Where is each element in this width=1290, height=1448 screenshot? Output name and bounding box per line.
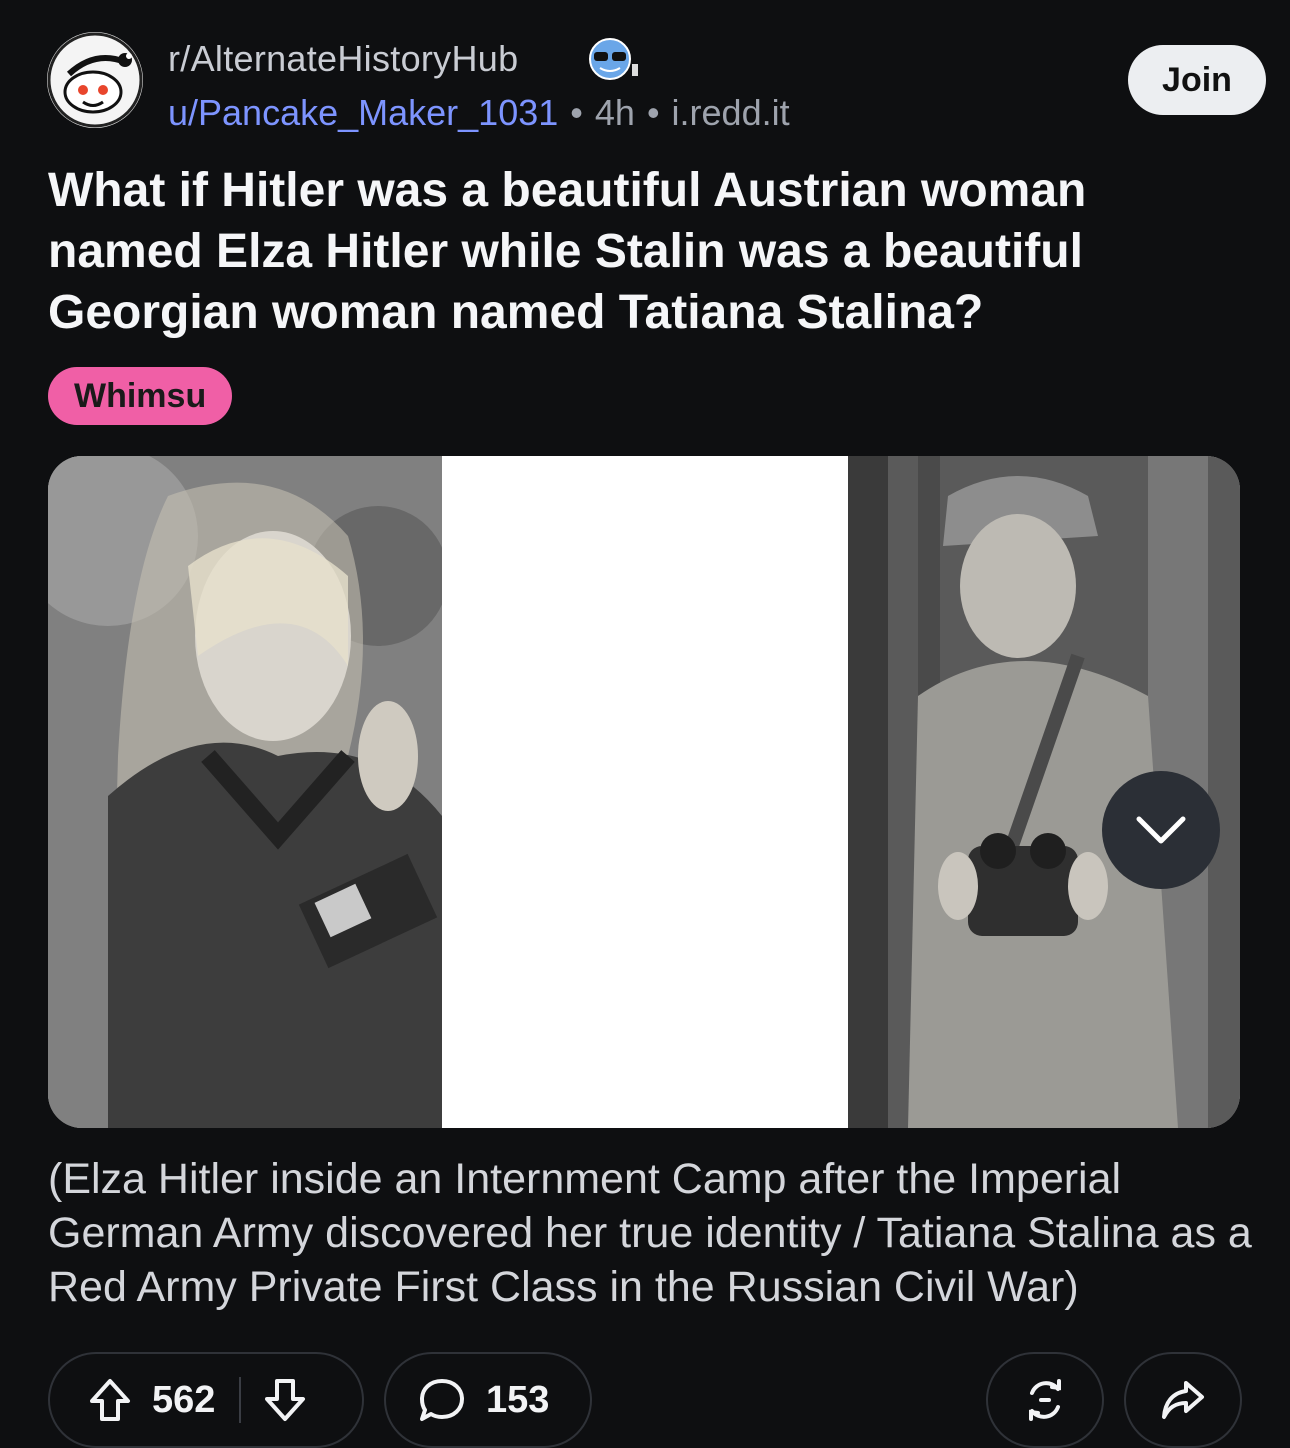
expand-button[interactable] bbox=[1102, 771, 1220, 889]
subreddit-badge-icon bbox=[584, 34, 644, 84]
separator-dot: • bbox=[570, 92, 583, 133]
post-flair[interactable]: Whimsu bbox=[48, 367, 233, 425]
post-age: 4h bbox=[594, 92, 635, 133]
post-image[interactable] bbox=[48, 456, 1240, 1128]
downvote-button[interactable] bbox=[263, 1377, 307, 1423]
subreddit-name[interactable]: r/AlternateHistoryHub bbox=[168, 38, 518, 80]
upvote-button[interactable] bbox=[88, 1377, 132, 1423]
join-button[interactable]: Join bbox=[1128, 45, 1266, 115]
upvote-icon bbox=[90, 1379, 130, 1421]
subreddit-avatar[interactable] bbox=[47, 32, 143, 128]
separator-dot: • bbox=[646, 92, 660, 133]
award-button[interactable] bbox=[986, 1352, 1104, 1448]
comment-icon bbox=[420, 1379, 464, 1421]
vote-bar: 562 bbox=[48, 1352, 364, 1448]
left-photo bbox=[48, 456, 442, 1128]
chevron-down-icon bbox=[1136, 816, 1186, 844]
share-icon bbox=[1162, 1381, 1204, 1419]
award-icon bbox=[1029, 1379, 1061, 1421]
post-caption: (Elza Hitler inside an Internment Camp a… bbox=[48, 1155, 1252, 1311]
author-link[interactable]: u/Pancake_Maker_1031 bbox=[168, 92, 558, 133]
post-title[interactable]: What if Hitler was a beautiful Austrian … bbox=[48, 160, 1228, 343]
comments-button[interactable]: 153 bbox=[384, 1352, 592, 1448]
share-button[interactable] bbox=[1124, 1352, 1242, 1448]
snoo-avatar-icon bbox=[47, 32, 143, 128]
upvote-count: 562 bbox=[152, 1378, 216, 1421]
post-domain[interactable]: i.redd.it bbox=[672, 92, 790, 133]
post-meta: u/Pancake_Maker_1031 • 4h • i.redd.it bbox=[168, 92, 790, 134]
downvote-icon bbox=[265, 1379, 306, 1421]
comment-count: 153 bbox=[486, 1378, 550, 1421]
vote-divider bbox=[239, 1377, 242, 1423]
